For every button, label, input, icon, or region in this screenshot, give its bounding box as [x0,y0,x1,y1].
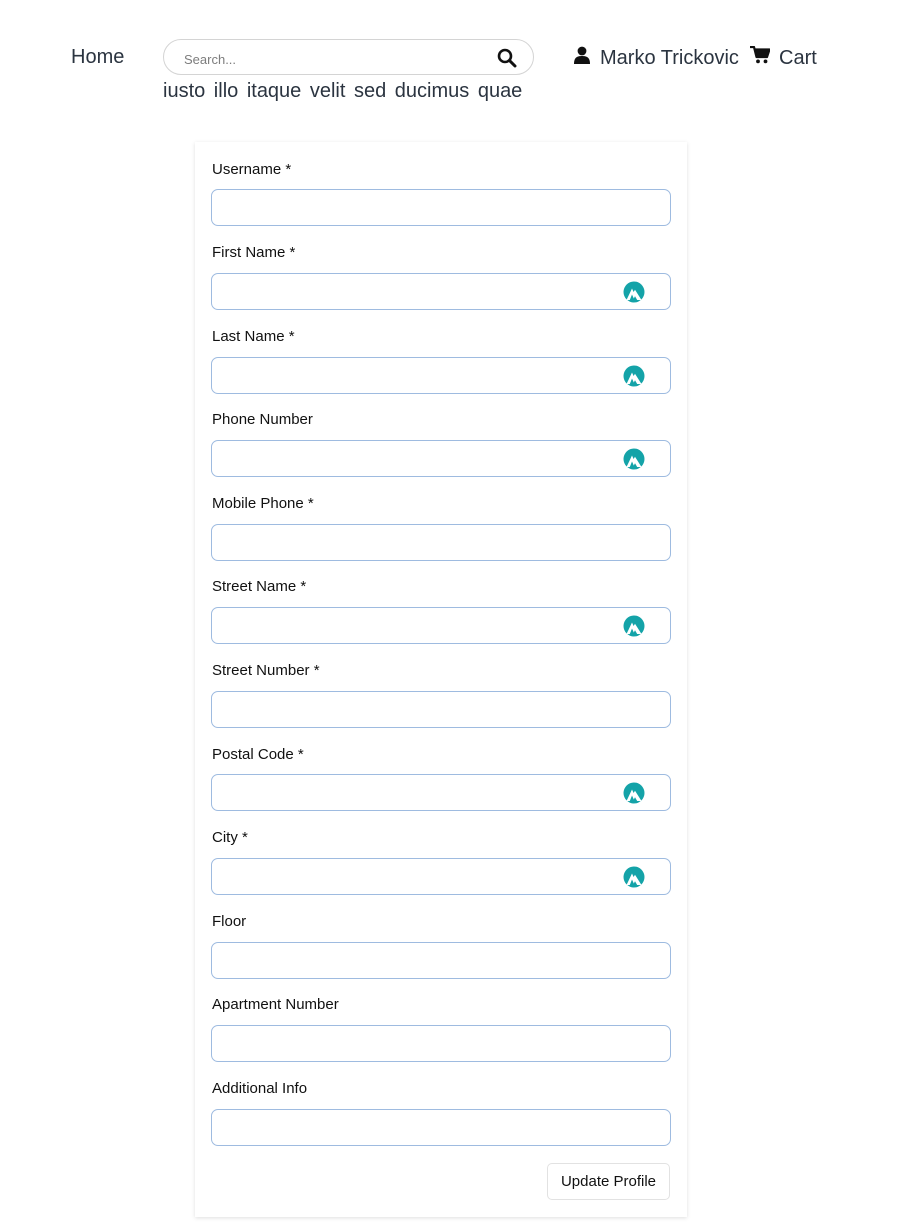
mobile-phone-input[interactable] [211,524,671,561]
autofill-icon[interactable] [623,365,645,387]
city-label: City * [212,829,248,846]
floor-label: Floor [212,913,247,930]
first-name-input[interactable] [211,273,671,310]
postal-code-input[interactable] [211,774,671,811]
search-bar [163,39,534,75]
search-input[interactable] [182,48,486,70]
cart-icon [750,45,771,70]
user-icon [573,46,591,70]
username-label: Username * [212,161,292,178]
street-name-input[interactable] [211,607,671,644]
apartment-number-label: Apartment Number [212,996,339,1013]
apartment-number-input[interactable] [211,1025,671,1062]
street-number-input[interactable] [211,691,671,728]
autofill-icon[interactable] [623,448,645,470]
phone-number-label: Phone Number [212,411,313,428]
user-name: Marko Trickovic [600,46,739,69]
cart-link[interactable]: Cart [750,45,817,70]
street-name-label: Street Name * [212,578,307,595]
search-icon[interactable] [497,48,517,68]
city-input[interactable] [211,858,671,895]
postal-code-label: Postal Code * [212,746,304,763]
last-name-label: Last Name * [212,328,295,345]
last-name-input[interactable] [211,357,671,394]
autofill-icon[interactable] [623,866,645,888]
cart-label: Cart [779,46,817,69]
autofill-icon[interactable] [623,281,645,303]
autofill-icon[interactable] [623,782,645,804]
user-account-link[interactable]: Marko Trickovic [573,46,739,70]
floor-input[interactable] [211,942,671,979]
phone-number-input[interactable] [211,440,671,477]
update-profile-button[interactable]: Update Profile [547,1163,670,1200]
username-input[interactable] [211,189,671,226]
street-number-label: Street Number * [212,662,320,679]
nav-home-link[interactable]: Home [71,46,124,69]
autofill-icon[interactable] [623,615,645,637]
additional-info-label: Additional Info [212,1080,308,1097]
additional-info-input[interactable] [211,1109,671,1146]
first-name-label: First Name * [212,244,296,261]
profile-form-card: Update Profile Username * First Name * Las… [195,142,687,1217]
search-suggestion[interactable]: iusto illo itaque velit sed ducimus quae [163,80,522,103]
mobile-phone-label: Mobile Phone * [212,495,314,512]
